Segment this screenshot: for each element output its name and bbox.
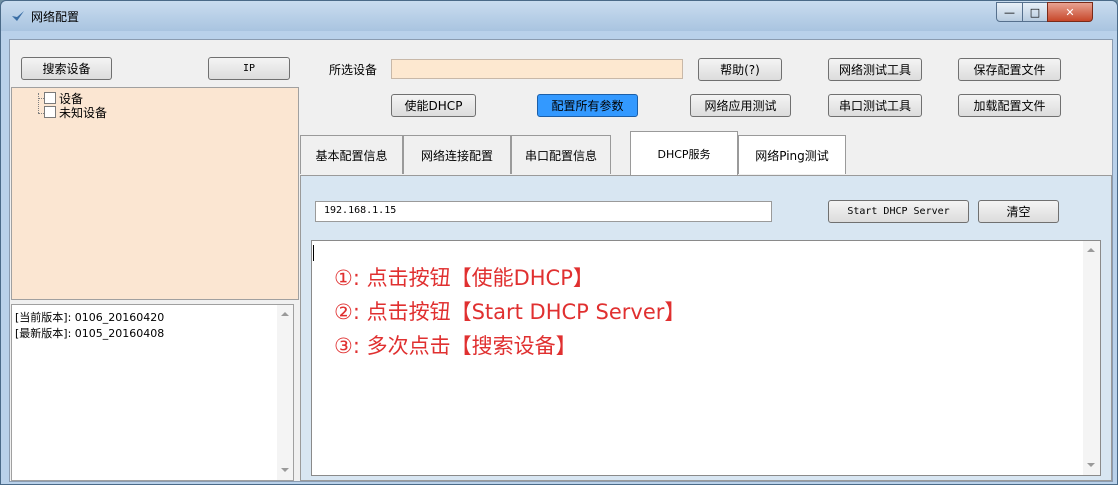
- search-devices-button[interactable]: 搜索设备: [21, 57, 112, 80]
- ip-button[interactable]: IP: [208, 57, 290, 80]
- scroll-up-icon[interactable]: [281, 312, 289, 316]
- network-app-test-button[interactable]: 网络应用测试: [690, 94, 791, 117]
- version-info[interactable]: [当前版本]: 0106_20160420 [最新版本]: 0105_20160…: [11, 304, 294, 481]
- instruction-line: ③: 多次点击【搜索设备】: [334, 334, 577, 358]
- text-caret: [313, 245, 314, 261]
- tab-bar: 基本配置信息 网络连接配置 串口配置信息 DHCP服务 网络Ping测试: [300, 131, 1112, 175]
- tab-ping-test[interactable]: 网络Ping测试: [738, 135, 846, 174]
- window-title: 网络配置: [31, 10, 80, 24]
- dhcp-panel: 192.168.1.15 Start DHCP Server 清空 ①: 点击按…: [300, 175, 1112, 481]
- selected-device-label: 所选设备: [329, 63, 378, 77]
- close-button[interactable]: ✕: [1047, 2, 1093, 22]
- ip-input[interactable]: 192.168.1.15: [315, 201, 772, 222]
- instruction-line: ①: 点击按钮【使能DHCP】: [334, 266, 594, 290]
- scroll-up-icon[interactable]: [1087, 248, 1095, 252]
- checkbox[interactable]: [44, 106, 56, 118]
- selected-device-field[interactable]: [391, 59, 683, 79]
- help-button[interactable]: 帮助(?): [698, 58, 782, 81]
- configure-all-button[interactable]: 配置所有参数: [537, 94, 638, 117]
- save-config-button[interactable]: 保存配置文件: [958, 58, 1061, 81]
- load-config-button[interactable]: 加载配置文件: [958, 94, 1061, 117]
- minimize-icon: —: [1004, 5, 1015, 19]
- enable-dhcp-button[interactable]: 使能DHCP: [391, 94, 476, 117]
- current-version: [当前版本]: 0106_20160420: [15, 311, 165, 324]
- device-tree[interactable]: 设备 未知设备: [11, 87, 299, 300]
- tree-item-unknown-device[interactable]: 未知设备: [44, 105, 108, 120]
- tab-basic-config[interactable]: 基本配置信息: [300, 135, 403, 174]
- title-bar[interactable]: 网络配置 — □ ✕: [1, 1, 1117, 31]
- minimize-button[interactable]: —: [996, 2, 1023, 22]
- log-scrollbar[interactable]: [1083, 241, 1100, 475]
- app-window: 网络配置 — □ ✕ 搜索设备 IP 设备 未知设备 [当前版本]: 0106_…: [0, 0, 1118, 485]
- checkbox[interactable]: [44, 92, 56, 104]
- scroll-down-icon[interactable]: [281, 468, 289, 472]
- log-textarea[interactable]: ①: 点击按钮【使能DHCP】 ②: 点击按钮【Start DHCP Serve…: [311, 240, 1101, 476]
- tab-network-connection[interactable]: 网络连接配置: [403, 135, 511, 174]
- client-area: 搜索设备 IP 设备 未知设备 [当前版本]: 0106_20160420 [最…: [9, 39, 1113, 482]
- maximize-icon: □: [1029, 5, 1041, 19]
- tab-dhcp-service[interactable]: DHCP服务: [630, 131, 738, 175]
- network-test-tool-button[interactable]: 网络测试工具: [828, 58, 922, 81]
- tab-serial-config[interactable]: 串口配置信息: [511, 135, 611, 174]
- tree-connector: [38, 93, 39, 113]
- clear-button[interactable]: 清空: [978, 200, 1059, 223]
- instruction-line: ②: 点击按钮【Start DHCP Server】: [334, 300, 686, 324]
- maximize-button[interactable]: □: [1022, 2, 1048, 22]
- left-panel: 搜索设备 IP 设备 未知设备 [当前版本]: 0106_20160420 [最…: [10, 40, 299, 481]
- start-dhcp-server-button[interactable]: Start DHCP Server: [828, 200, 969, 223]
- tree-item-label: 未知设备: [59, 105, 108, 120]
- close-icon: ✕: [1065, 5, 1075, 19]
- app-icon: [12, 11, 24, 21]
- serial-test-tool-button[interactable]: 串口测试工具: [828, 94, 922, 117]
- version-scrollbar[interactable]: [277, 305, 293, 480]
- latest-version: [最新版本]: 0105_20160408: [15, 327, 165, 340]
- scroll-down-icon[interactable]: [1087, 463, 1095, 467]
